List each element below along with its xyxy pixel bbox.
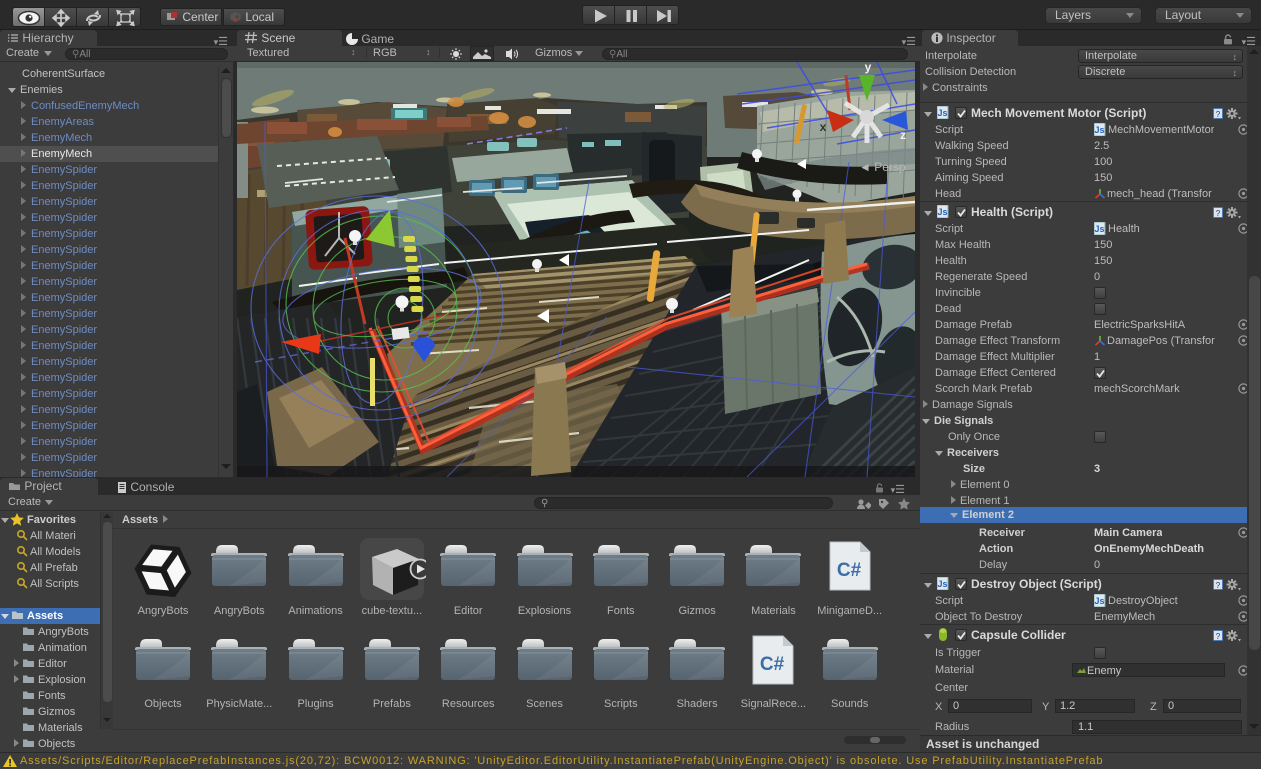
svg-text:z: z <box>900 128 906 142</box>
svg-text:y: y <box>865 62 872 74</box>
svg-text:C#: C# <box>760 654 785 675</box>
svg-text:Js: Js <box>937 108 947 118</box>
svg-text:x: x <box>820 120 827 134</box>
svg-text:Js: Js <box>1094 224 1104 234</box>
svg-text:?: ? <box>1216 110 1221 119</box>
svg-text:Js: Js <box>937 579 947 589</box>
svg-text:Js: Js <box>1094 596 1104 606</box>
svg-text:Js: Js <box>1094 125 1104 135</box>
svg-text:?: ? <box>1216 632 1221 641</box>
svg-text:Js: Js <box>937 207 947 217</box>
svg-text:C#: C# <box>837 560 862 581</box>
svg-text:?: ? <box>1216 209 1221 218</box>
svg-text:?: ? <box>1216 581 1221 590</box>
svg-text:◄ Persp: ◄ Persp <box>859 160 906 174</box>
